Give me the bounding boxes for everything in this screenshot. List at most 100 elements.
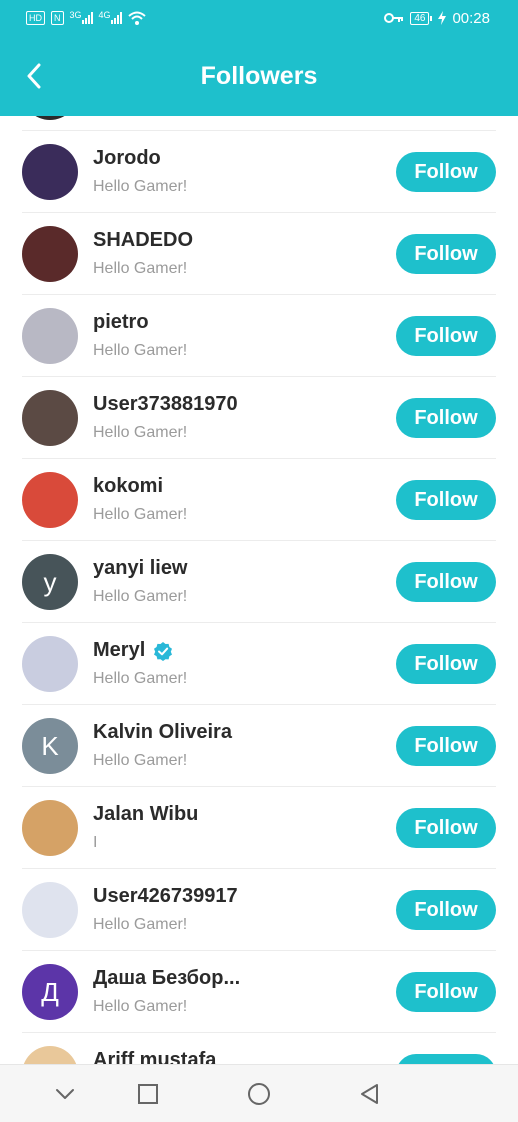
signal-3g-icon: 3G xyxy=(70,10,93,24)
follower-row[interactable]: kokomi Hello Gamer! Follow xyxy=(22,458,496,540)
follower-bio: I xyxy=(93,834,98,851)
follow-button[interactable]: Follow xyxy=(396,972,496,1012)
name-line: User426739917 xyxy=(93,885,238,908)
avatar[interactable] xyxy=(22,636,78,692)
follower-row[interactable]: Ariff mustafaHello Gamer!Follow xyxy=(22,1032,496,1064)
square-icon xyxy=(138,1084,158,1104)
follower-name[interactable]: Meryl xyxy=(93,639,145,662)
follow-button[interactable]: Follow xyxy=(396,316,496,356)
avatar[interactable] xyxy=(22,472,78,528)
name-line: Jorodo xyxy=(93,147,161,170)
follower-bio: Hello Gamer! xyxy=(93,998,188,1015)
page-title: Followers xyxy=(200,61,318,90)
avatar[interactable]: K xyxy=(22,718,78,774)
nav-hide-button[interactable] xyxy=(52,1081,78,1107)
nav-recents-button[interactable] xyxy=(135,1081,161,1107)
follower-bio: Hello Gamer! xyxy=(93,506,188,523)
name-line: User373881970 xyxy=(93,393,238,416)
name-line: yanyi liew xyxy=(93,557,188,580)
follower-row[interactable]: y yanyi liew Hello Gamer! Follow xyxy=(22,540,496,622)
follower-name[interactable]: Jorodo xyxy=(93,147,161,170)
follow-button[interactable]: Follow xyxy=(396,234,496,274)
follower-bio: Hello Gamer! xyxy=(93,588,188,605)
status-icons-left: HD N 3G 4G xyxy=(26,10,146,25)
follower-name[interactable]: SHADEDO xyxy=(93,229,193,252)
wifi-icon xyxy=(127,11,146,25)
follower-row[interactable]: User426739917 Hello Gamer! Follow xyxy=(22,868,496,950)
follower-name[interactable]: Jalan Wibu xyxy=(93,803,198,826)
nfc-chip: N xyxy=(51,11,64,25)
follower-name[interactable]: User426739917 xyxy=(93,885,238,908)
follow-button[interactable]: Follow xyxy=(396,1054,496,1064)
follower-bio: Hello Gamer! xyxy=(93,424,188,441)
name-line: Kalvin Oliveira xyxy=(93,721,232,744)
circle-icon xyxy=(248,1083,270,1105)
follower-name[interactable]: Kalvin Oliveira xyxy=(93,721,232,744)
avatar[interactable] xyxy=(22,144,78,200)
follow-button[interactable]: Follow xyxy=(396,480,496,520)
follower-row[interactable]: User373881970 Hello Gamer! Follow xyxy=(22,376,496,458)
follow-button[interactable]: Follow xyxy=(396,890,496,930)
status-icons-right: 46 00:28 xyxy=(384,10,490,27)
hd-chip: HD xyxy=(26,11,45,25)
charging-icon xyxy=(438,11,447,25)
avatar[interactable] xyxy=(22,882,78,938)
system-nav-bar xyxy=(0,1064,518,1122)
name-line: Даша Безбор... xyxy=(93,967,240,990)
partial-avatar xyxy=(22,116,78,120)
avatar[interactable]: y xyxy=(22,554,78,610)
follower-name[interactable]: Ariff mustafa xyxy=(93,1049,216,1064)
avatar-letter: K xyxy=(41,730,59,761)
avatar[interactable] xyxy=(22,308,78,364)
follower-name[interactable]: pietro xyxy=(93,311,149,334)
key-icon xyxy=(384,13,404,23)
follow-button[interactable]: Follow xyxy=(396,562,496,602)
status-time: 00:28 xyxy=(452,9,490,27)
follower-row[interactable]: SHADEDO Hello Gamer! Follow xyxy=(22,212,496,294)
name-line: pietro xyxy=(93,311,149,334)
followers-screen: HD N 3G 4G 46 00:28 Followers Jorodo Hel… xyxy=(0,0,518,1122)
follow-button[interactable]: Follow xyxy=(396,152,496,192)
followers-list[interactable]: Jorodo Hello Gamer! Follow SHADEDO Hello Gam… xyxy=(0,116,518,1064)
follower-bio: Hello Gamer! xyxy=(93,342,188,359)
follow-button[interactable]: Follow xyxy=(396,808,496,848)
status-bar: HD N 3G 4G 46 00:28 xyxy=(0,0,518,36)
chevron-down-icon xyxy=(56,1089,74,1099)
avatar-letter: Д xyxy=(41,976,59,1007)
follower-name[interactable]: yanyi liew xyxy=(93,557,188,580)
follower-bio: Hello Gamer! xyxy=(93,178,188,195)
follower-row[interactable]: Jorodo Hello Gamer! Follow xyxy=(22,130,496,212)
signal-4g-icon: 4G xyxy=(99,10,122,24)
app-header: Followers xyxy=(0,36,518,116)
follower-name[interactable]: Даша Безбор... xyxy=(93,967,240,990)
back-button[interactable] xyxy=(18,58,50,94)
follower-row[interactable]: K Kalvin Oliveira Hello Gamer! Follow xyxy=(22,704,496,786)
follow-button[interactable]: Follow xyxy=(396,398,496,438)
battery-icon: 46 xyxy=(410,11,433,25)
name-line: Jalan Wibu xyxy=(93,803,198,826)
nav-back-button[interactable] xyxy=(356,1081,382,1107)
name-line: kokomi xyxy=(93,475,163,498)
follower-row[interactable]: Meryl Hello Gamer! Follow xyxy=(22,622,496,704)
follow-button[interactable]: Follow xyxy=(396,644,496,684)
avatar[interactable] xyxy=(22,226,78,282)
avatar[interactable] xyxy=(22,1046,78,1064)
follower-bio: Hello Gamer! xyxy=(93,670,188,687)
follower-name[interactable]: kokomi xyxy=(93,475,163,498)
avatar[interactable] xyxy=(22,390,78,446)
avatar[interactable]: Д xyxy=(22,964,78,1020)
follower-row[interactable]: Jalan Wibu I Follow xyxy=(22,786,496,868)
nav-home-button[interactable] xyxy=(246,1081,272,1107)
follower-bio: Hello Gamer! xyxy=(93,916,188,933)
triangle-back-icon xyxy=(361,1084,378,1104)
follower-row[interactable]: pietro Hello Gamer! Follow xyxy=(22,294,496,376)
avatar-letter: y xyxy=(43,566,57,597)
verified-badge-icon xyxy=(154,641,173,661)
avatar[interactable] xyxy=(22,800,78,856)
name-line: Meryl xyxy=(93,639,173,662)
follower-row[interactable]: Д Даша Безбор... Hello Gamer! Follow xyxy=(22,950,496,1032)
name-line: Ariff mustafa xyxy=(93,1049,216,1064)
chevron-left-icon xyxy=(27,63,41,89)
follower-name[interactable]: User373881970 xyxy=(93,393,238,416)
follow-button[interactable]: Follow xyxy=(396,726,496,766)
